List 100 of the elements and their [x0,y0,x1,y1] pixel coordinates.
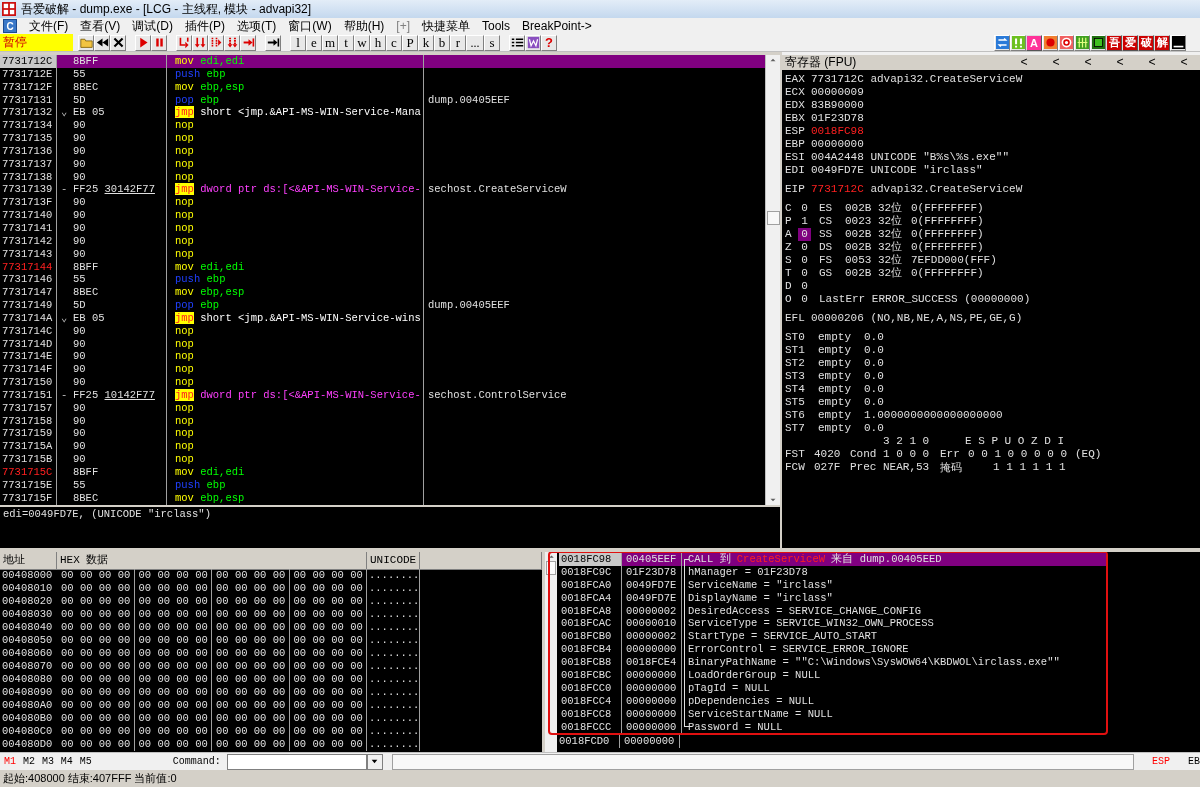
view-button[interactable]: w [354,34,370,51]
address-cell: 0018FCD0 [557,735,620,749]
memory-tab[interactable]: M2 [18,756,38,767]
menu-item[interactable]: 调试(D) [126,17,179,35]
nav-button[interactable]: < [1008,55,1040,70]
step-over-button[interactable] [192,34,208,51]
address-cell: 0018FCBC [559,669,622,682]
scrollbar[interactable] [765,55,780,505]
flag-value[interactable]: 1 [798,215,811,228]
menu-item[interactable]: BreakPoint-> [516,19,598,33]
view-button[interactable]: h [370,34,386,51]
target-button[interactable] [1058,34,1074,51]
restart-button[interactable] [94,34,110,51]
menu-item[interactable]: Tools [476,19,517,33]
column-header[interactable]: UNICODE [367,552,420,570]
flag-value[interactable]: 0 [798,202,811,215]
address-cell: 77317136 [0,144,57,158]
grid-button[interactable] [1074,34,1090,51]
trace-into-button[interactable] [208,34,224,51]
windows-button[interactable] [525,34,541,51]
nav-button[interactable]: < [1136,55,1168,70]
open-button[interactable] [78,34,94,51]
flag-value[interactable]: 0 [798,254,811,267]
help-button[interactable]: ? [541,34,557,51]
bar-button[interactable] [1170,34,1186,51]
column-header[interactable]: 地址 [0,552,57,570]
view-button[interactable]: ... [466,34,484,51]
flag-value[interactable]: 0 [798,228,811,241]
flag-name: P [785,215,793,228]
view-button[interactable]: k [418,34,434,51]
menu-item[interactable]: 文件(F) [23,17,75,35]
list-button[interactable] [509,34,525,51]
scrollbar-thumb[interactable] [766,211,780,225]
nav-button[interactable]: < [1072,55,1104,70]
register-label[interactable]: ESP [1152,756,1170,767]
hex-cell: 00 00 00 00 [289,608,367,621]
memory-tab[interactable]: M1 [0,756,19,767]
register-value: 0.0 [864,370,884,383]
view-button[interactable]: r [450,34,466,51]
hex-cell: 00 00 00 00 [212,582,290,595]
view-button[interactable]: l [290,34,306,51]
memory-tab[interactable]: M4 [56,756,76,767]
menu-item[interactable]: 查看(V) [74,17,127,35]
address-cell-text: 00408010 [1,582,54,595]
address-cell: 77317134 [0,119,57,133]
register-value: 1.0000000000000000000 [864,409,1003,422]
nav-button[interactable]: < [1168,55,1200,70]
view-button[interactable]: s [484,34,500,51]
rewind-icon [95,36,109,49]
comment-cell: Password = NULL [688,720,783,733]
hex-cell: 90 [73,234,86,248]
square-button[interactable] [1090,34,1106,51]
menu-item[interactable]: 选项(T) [231,17,283,35]
field-value: 0 0 1 0 0 0 0 0 [968,448,1069,461]
register-label[interactable]: EB [1188,756,1200,767]
execute-till-return-button[interactable] [240,34,256,51]
nav-button[interactable]: < [1104,55,1136,70]
hex-cell: 90 [73,440,86,454]
flag-value[interactable]: 0 [798,267,811,280]
address-cell-text: 00408080 [1,673,54,686]
view-button[interactable]: t [338,34,354,51]
scrollbar-thumb[interactable] [546,561,556,575]
address-cell: 0018FC98 [559,553,622,566]
instruction-cell: nop [167,247,424,261]
tool-button[interactable]: 解 [1154,34,1170,51]
menu-item[interactable]: 插件(P) [179,17,231,35]
view-button[interactable]: P [402,34,418,51]
memory-tab[interactable]: M3 [37,756,57,767]
flag-value[interactable]: 0 [798,241,811,254]
flag-name: S [785,254,793,267]
address-cell-text: 00408070 [1,660,54,673]
step-into-button[interactable] [176,34,192,51]
menu-item[interactable]: 帮助(H) [337,17,391,35]
close-button[interactable] [110,34,126,51]
run-button[interactable] [135,34,151,51]
dot-button[interactable] [1042,34,1058,51]
instruction-cell: nop [167,363,424,377]
view-button[interactable]: m [322,34,338,51]
memory-tab[interactable]: M5 [75,756,95,767]
view-button[interactable]: c [386,34,402,51]
column-header[interactable]: HEX 数据 [57,552,367,570]
go-to-button[interactable] [265,34,281,51]
trace-over-button[interactable] [224,34,240,51]
view-button[interactable]: b [434,34,450,51]
view-button[interactable]: e [306,34,322,51]
command-field[interactable] [226,753,367,770]
pause-button[interactable] [151,34,167,51]
tool-button[interactable]: 吾 [1106,34,1122,51]
tool-button[interactable]: 破 [1138,34,1154,51]
nav-button[interactable]: < [1040,55,1072,70]
menu-item[interactable]: 窗口(W) [282,17,338,35]
register-value: 0.0 [864,344,884,357]
address-cell: 7731714E [0,350,57,364]
app-menu-icon[interactable]: C [3,19,17,33]
flag-value[interactable]: 0 [798,280,811,293]
toggle-button[interactable] [1010,34,1026,51]
tool-button[interactable]: 爱 [1122,34,1138,51]
menu-item[interactable]: 快捷菜单 [416,17,476,35]
flag-value[interactable]: 0 [798,293,811,306]
swap-button[interactable] [994,34,1010,51]
